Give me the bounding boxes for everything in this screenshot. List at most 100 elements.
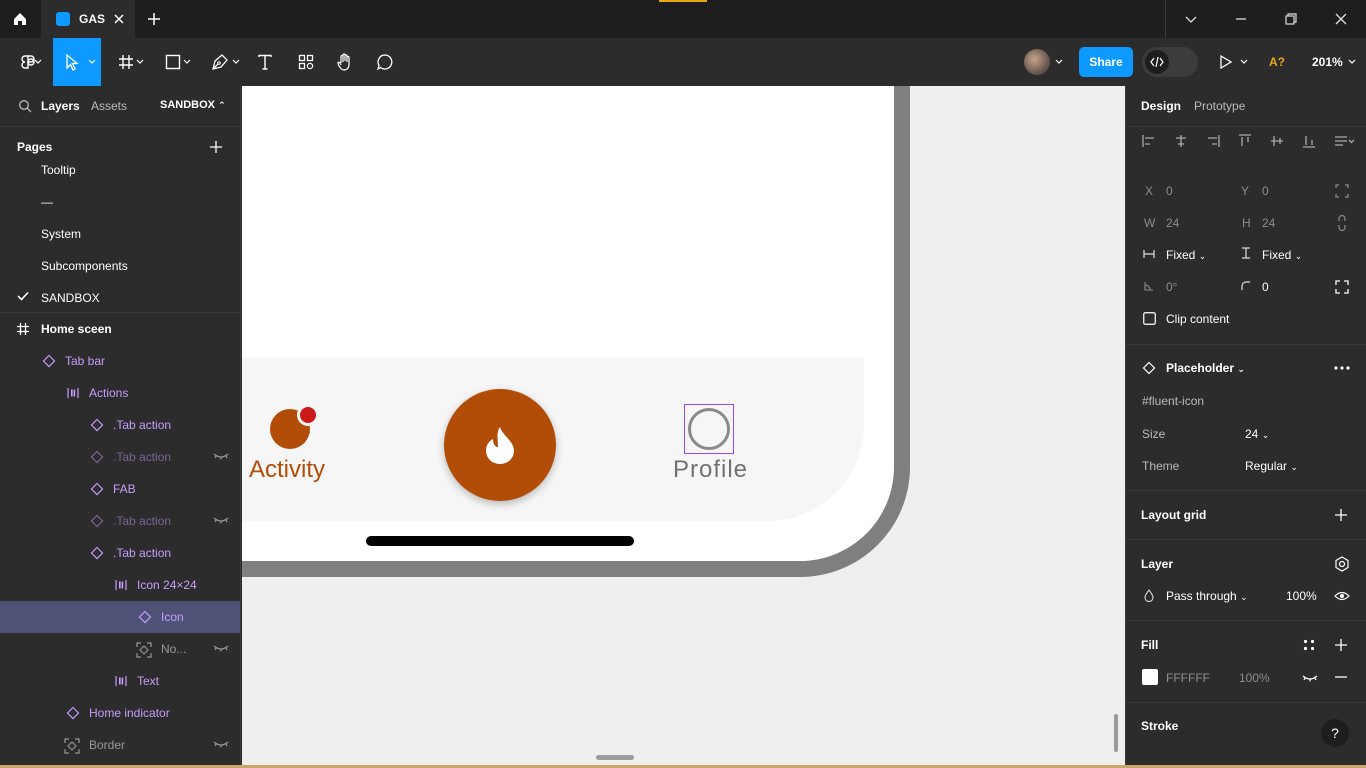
eye-closed-icon[interactable] — [213, 644, 229, 652]
layer-row[interactable]: Icon 24×24 — [0, 569, 240, 601]
layer-opacity-input[interactable]: 100% — [1286, 589, 1317, 603]
profile-label[interactable]: Profile — [673, 456, 748, 484]
hand-tool[interactable] — [330, 38, 360, 86]
shape-tool[interactable] — [157, 38, 197, 86]
resources-tool[interactable] — [291, 38, 321, 86]
eye-closed-icon[interactable] — [213, 740, 229, 748]
search-icon[interactable] — [18, 99, 32, 113]
align-bottom-icon[interactable] — [1302, 134, 1316, 148]
chevron-down-icon[interactable] — [1055, 59, 1063, 65]
more-icon[interactable] — [1334, 366, 1350, 370]
clip-content-label[interactable]: Clip content — [1166, 312, 1229, 326]
help-button[interactable]: ? — [1321, 719, 1349, 747]
tab-design[interactable]: Design — [1141, 99, 1181, 113]
align-top-icon[interactable] — [1238, 134, 1252, 148]
home-button[interactable] — [0, 0, 40, 38]
component-name-select[interactable]: Placeholder ⌄ — [1166, 361, 1245, 375]
corner-radius-input[interactable]: 0 — [1262, 280, 1269, 294]
page-item-system[interactable]: System — [41, 227, 81, 241]
restore-icon[interactable] — [1283, 11, 1299, 27]
layer-row[interactable]: Home indicator — [0, 697, 240, 729]
plus-icon[interactable] — [1334, 508, 1348, 522]
page-item-tooltip[interactable]: Tooltip — [41, 163, 76, 177]
tab-assets[interactable]: Assets — [91, 99, 127, 113]
distribute-icon[interactable] — [1334, 134, 1354, 148]
link-icon[interactable] — [1337, 215, 1347, 231]
close-window-icon[interactable] — [1333, 11, 1349, 27]
blend-mode-select[interactable]: Pass through ⌄ — [1166, 589, 1248, 603]
layer-row[interactable]: .Tab action — [0, 409, 240, 441]
layer-row[interactable]: Home sceen — [0, 313, 240, 345]
activity-label[interactable]: Activity — [249, 456, 325, 484]
close-icon[interactable] — [112, 12, 126, 26]
chevron-down-icon[interactable] — [1183, 11, 1199, 27]
pen-tool[interactable] — [204, 38, 244, 86]
play-icon[interactable] — [1219, 55, 1233, 69]
move-tool[interactable] — [53, 38, 101, 86]
y-input[interactable]: 0 — [1262, 184, 1269, 198]
w-input[interactable]: 24 — [1166, 216, 1179, 230]
accessibility-check-button[interactable]: A? — [1269, 55, 1285, 69]
fill-hex-input[interactable]: FFFFFF — [1166, 671, 1210, 685]
page-switcher[interactable]: SANDBOX ⌃ — [160, 99, 226, 111]
text-tool[interactable] — [250, 38, 280, 86]
profile-icon[interactable] — [688, 408, 730, 450]
fab-button[interactable] — [444, 389, 556, 501]
show-mode-icon[interactable] — [1334, 556, 1350, 572]
vertical-scrollbar[interactable] — [1114, 714, 1118, 752]
dev-mode-toggle[interactable] — [1142, 47, 1198, 77]
eye-closed-icon[interactable] — [213, 452, 229, 460]
avatar[interactable] — [1024, 49, 1050, 75]
styles-icon[interactable] — [1303, 639, 1315, 651]
tab-prototype[interactable]: Prototype — [1194, 99, 1245, 113]
h-input[interactable]: 24 — [1262, 216, 1275, 230]
main-menu-button[interactable] — [8, 38, 48, 86]
eye-closed-icon[interactable] — [213, 516, 229, 524]
size-prop-select[interactable]: 24 ⌄ — [1245, 427, 1269, 441]
chevron-down-icon[interactable] — [1240, 59, 1248, 65]
file-tab[interactable]: GAS — [41, 0, 135, 38]
eye-icon[interactable] — [1334, 591, 1350, 601]
minus-icon[interactable] — [1334, 670, 1348, 684]
layer-row[interactable]: No... — [0, 633, 240, 665]
zoom-menu[interactable]: 201% — [1312, 55, 1343, 69]
chevron-down-icon[interactable] — [1348, 59, 1356, 65]
vertical-resizing-select[interactable]: Fixed ⌄ — [1262, 248, 1302, 262]
layer-row-selected[interactable]: Icon — [0, 601, 240, 633]
layer-row[interactable]: .Tab action — [0, 537, 240, 569]
layer-row[interactable]: Actions — [0, 377, 240, 409]
page-item-subcomponents[interactable]: Subcomponents — [41, 259, 128, 273]
align-right-icon[interactable] — [1206, 134, 1220, 148]
canvas[interactable]: Activity Profile — [242, 86, 1125, 768]
share-button[interactable]: Share — [1079, 47, 1133, 77]
page-item-sandbox[interactable]: SANDBOX — [41, 291, 100, 305]
x-input[interactable]: 0 — [1166, 184, 1173, 198]
horizontal-scrollbar[interactable] — [596, 755, 634, 760]
frame-tool[interactable] — [110, 38, 150, 86]
layer-row[interactable]: Tab bar — [0, 345, 240, 377]
independent-corners-icon[interactable] — [1335, 280, 1349, 294]
horizontal-resizing-select[interactable]: Fixed ⌄ — [1166, 248, 1206, 262]
align-center-v-icon[interactable] — [1270, 134, 1284, 148]
minimize-icon[interactable] — [1233, 11, 1249, 27]
checkbox[interactable] — [1143, 312, 1156, 325]
layer-row[interactable]: FAB — [0, 473, 240, 505]
plus-icon[interactable] — [146, 11, 162, 27]
align-center-h-icon[interactable] — [1174, 134, 1188, 148]
eye-closed-icon[interactable] — [1302, 674, 1318, 682]
layer-row[interactable]: .Tab action — [0, 441, 240, 473]
layer-row[interactable]: Border — [0, 729, 240, 761]
fill-color-swatch[interactable] — [1142, 669, 1158, 685]
constraints-icon[interactable] — [1335, 184, 1349, 198]
plus-icon[interactable] — [209, 140, 223, 154]
fill-opacity-input[interactable]: 100% — [1239, 671, 1270, 685]
page-item-divider[interactable]: — — [41, 195, 53, 209]
rotation-input[interactable]: 0° — [1166, 280, 1177, 294]
tab-layers[interactable]: Layers — [41, 99, 80, 113]
theme-prop-select[interactable]: Regular ⌄ — [1245, 459, 1298, 473]
layer-row[interactable]: .Tab action — [0, 505, 240, 537]
comment-tool[interactable] — [370, 38, 400, 86]
align-left-icon[interactable] — [1142, 134, 1156, 148]
plus-icon[interactable] — [1334, 638, 1348, 652]
layer-row[interactable]: Text — [0, 665, 240, 697]
